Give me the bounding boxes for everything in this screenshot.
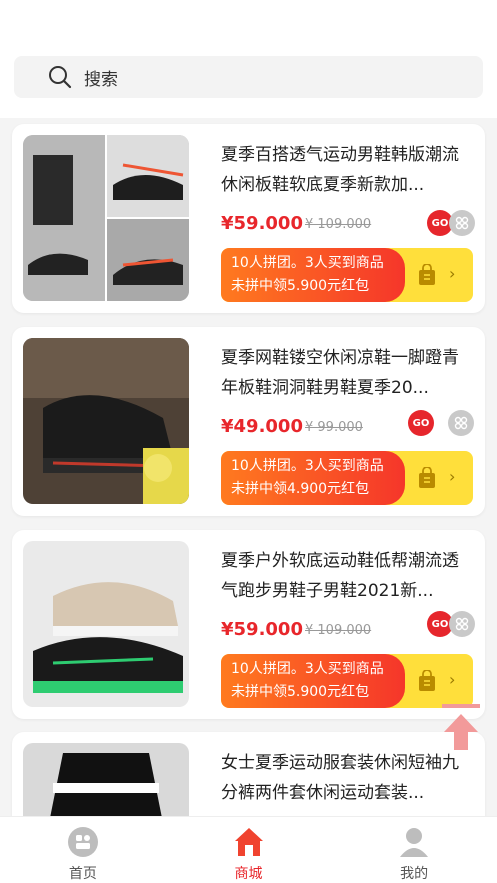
tab-label: 我的 <box>400 866 429 882</box>
tab-profile[interactable]: 我的 <box>331 817 497 883</box>
product-image <box>23 743 189 816</box>
shopping-bag-icon <box>419 467 435 488</box>
chevron-right-icon: › <box>449 467 456 486</box>
product-card[interactable]: 夏季百搭透气运动男鞋韩版潮流休闲板鞋软底夏季新款加... ¥59.000 ¥ 1… <box>12 124 485 313</box>
search-icon <box>49 66 72 89</box>
original-price: ¥ 109.000 <box>305 217 372 232</box>
product-title: 夏季网鞋镂空休闲凉鞋一脚蹬青年板鞋洞洞鞋男鞋夏季20... <box>221 348 459 398</box>
group-buy-line1: 10人拼团。3人买到商品 <box>231 661 384 677</box>
bottom-tab-bar: 首页 商城 我的 <box>0 816 497 883</box>
product-price: ¥49.000 <box>221 416 303 437</box>
search-placeholder: 搜索 <box>84 69 118 90</box>
tab-store[interactable]: 商城 <box>166 817 332 883</box>
group-buy-banner[interactable]: 10人拼团。3人买到商品 未拼中领5.900元红包 › <box>221 654 473 708</box>
group-buy-line1: 10人拼团。3人买到商品 <box>231 458 384 474</box>
shopping-bag-icon <box>419 264 435 285</box>
product-title: 女士夏季运动服套装休闲短袖九分裤两件套休闲运动套装... <box>221 753 459 803</box>
original-price: ¥ 99.000 <box>305 420 363 435</box>
original-price: ¥ 109.000 <box>305 623 372 638</box>
tab-home[interactable]: 首页 <box>0 817 166 883</box>
product-image <box>23 541 189 707</box>
product-title: 夏季户外软底运动鞋低帮潮流透气跑步男鞋子男鞋2021新... <box>221 551 459 601</box>
product-image <box>23 338 189 504</box>
group-buy-line1: 10人拼团。3人买到商品 <box>231 255 384 271</box>
go-badge: GO <box>408 410 434 436</box>
user-icon <box>400 828 429 857</box>
product-card[interactable]: 夏季网鞋镂空休闲凉鞋一脚蹬青年板鞋洞洞鞋男鞋夏季20... ¥49.000 ¥ … <box>12 327 485 516</box>
product-image <box>23 135 189 301</box>
shopping-bag-icon <box>419 670 435 691</box>
scroll-to-top-button[interactable] <box>442 704 480 752</box>
group-buy-banner[interactable]: 10人拼团。3人买到商品 未拼中领5.900元红包 › <box>221 248 473 302</box>
share-icon[interactable] <box>448 410 474 436</box>
product-title: 夏季百搭透气运动男鞋韩版潮流休闲板鞋软底夏季新款加... <box>221 145 459 195</box>
share-icon[interactable] <box>449 611 475 637</box>
product-card[interactable]: 夏季户外软底运动鞋低帮潮流透气跑步男鞋子男鞋2021新... ¥59.000 ¥… <box>12 530 485 719</box>
group-buy-line2: 未拼中领5.900元红包 <box>231 278 370 294</box>
group-buy-line2: 未拼中领5.900元红包 <box>231 684 370 700</box>
product-list[interactable]: 夏季百搭透气运动男鞋韩版潮流休闲板鞋软底夏季新款加... ¥59.000 ¥ 1… <box>0 118 497 816</box>
top-bar: 搜索 <box>0 0 497 118</box>
group-buy-banner[interactable]: 10人拼团。3人买到商品 未拼中领4.900元红包 › <box>221 451 473 505</box>
home-icon <box>67 827 98 857</box>
product-price: ¥59.000 <box>221 619 303 640</box>
chevron-right-icon: › <box>449 264 456 283</box>
group-buy-line2: 未拼中领4.900元红包 <box>231 481 370 497</box>
search-bar[interactable]: 搜索 <box>14 56 483 98</box>
tab-label: 商城 <box>234 866 263 882</box>
store-icon <box>234 828 263 856</box>
product-card[interactable]: 女士夏季运动服套装休闲短袖九分裤两件套休闲运动套装... GO <box>12 732 485 816</box>
product-price: ¥59.000 <box>221 213 303 234</box>
tab-label: 首页 <box>68 866 97 882</box>
chevron-right-icon: › <box>449 670 456 689</box>
share-icon[interactable] <box>449 210 475 236</box>
